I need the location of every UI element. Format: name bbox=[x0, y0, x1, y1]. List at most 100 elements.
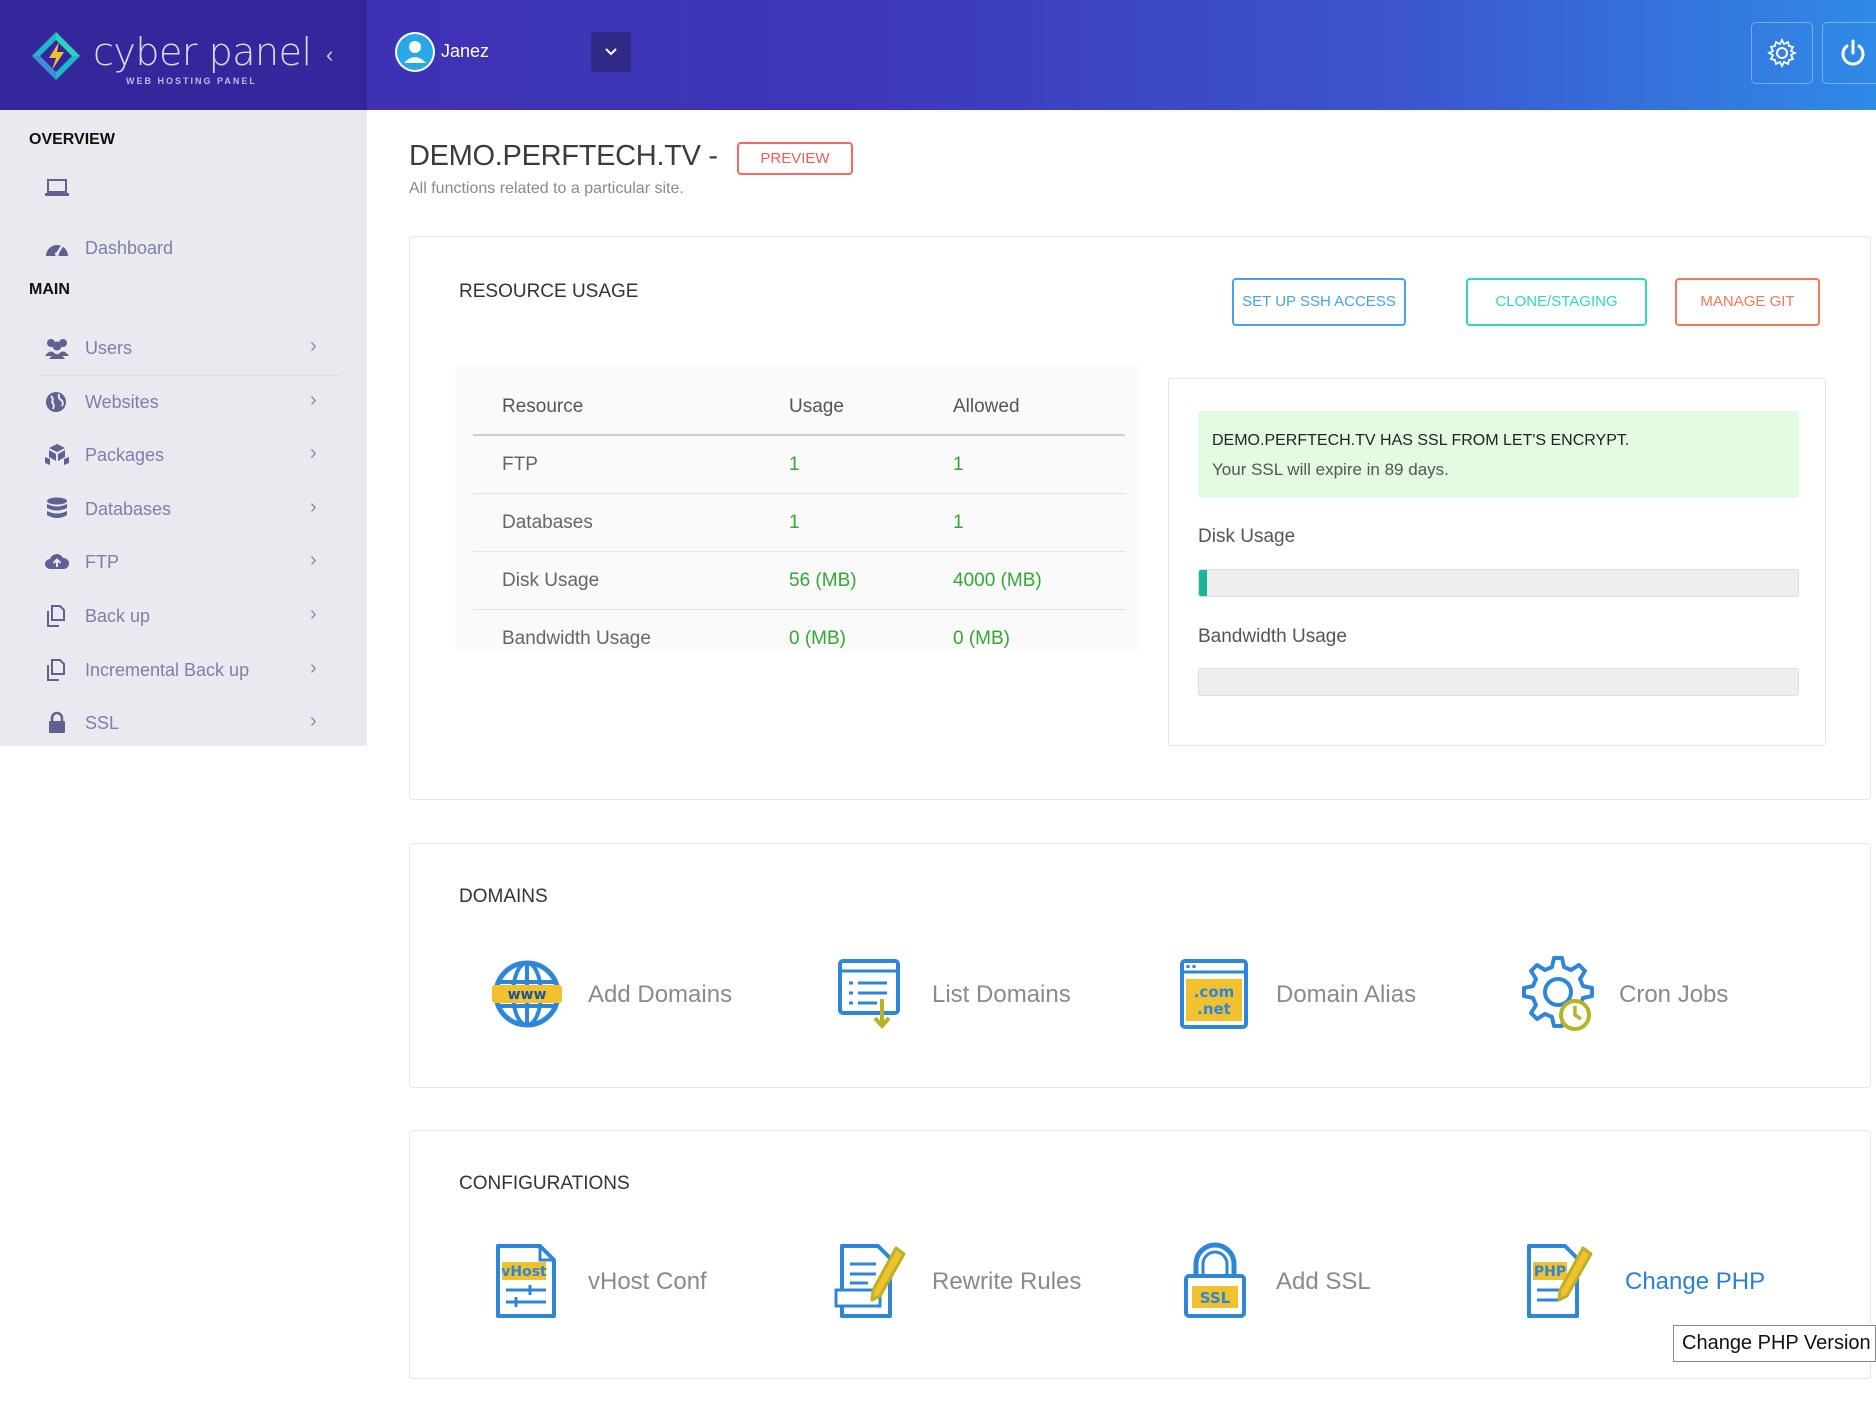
packages-icon bbox=[45, 444, 69, 465]
cyberpanel-logo-icon bbox=[32, 32, 80, 80]
chevron-down-icon bbox=[605, 48, 617, 56]
resource-usage: 1 bbox=[789, 454, 800, 475]
sidebar-item-websites[interactable]: Websites › bbox=[0, 376, 367, 428]
bandwidth-usage-label: Bandwidth Usage bbox=[1198, 626, 1347, 647]
sidebar-item-label: Websites bbox=[85, 392, 159, 412]
table-row: Bandwidth Usage 0 (MB) 0 (MB) bbox=[473, 610, 1125, 668]
resource-allowed: 1 bbox=[953, 454, 964, 475]
sidebar-item-incremental-backup[interactable]: Incremental Back up › bbox=[0, 644, 367, 696]
setup-ssh-access-button[interactable]: SET UP SSH ACCESS bbox=[1232, 278, 1406, 326]
laptop-icon[interactable] bbox=[44, 178, 70, 198]
users-icon bbox=[45, 339, 69, 359]
sidebar-item-label: Dashboard bbox=[85, 238, 174, 258]
tile-label: vHost Conf bbox=[588, 1268, 707, 1295]
change-php-tile[interactable]: PHP Change PHP bbox=[1519, 1242, 1799, 1322]
page-title: DEMO.PERFTECH.TV - bbox=[409, 140, 718, 172]
cloud-upload-icon bbox=[45, 554, 70, 569]
ssl-alert-title: DEMO.PERFTECH.TV HAS SSL FROM LET'S ENCR… bbox=[1212, 432, 1630, 449]
resource-name: FTP bbox=[502, 454, 538, 475]
brand-name: cyber panel bbox=[93, 30, 312, 74]
tile-label: Cron Jobs bbox=[1619, 981, 1729, 1008]
svg-text:www: www bbox=[508, 987, 547, 1003]
sidebar-item-ssl[interactable]: SSL › bbox=[0, 697, 367, 749]
svg-text:.net: .net bbox=[1197, 1000, 1231, 1018]
svg-text:PHP: PHP bbox=[1534, 1264, 1566, 1280]
vhost-conf-tile[interactable]: vHost vHost Conf bbox=[488, 1242, 768, 1322]
resource-allowed: 1 bbox=[953, 512, 964, 533]
table-row: Disk Usage 56 (MB) 4000 (MB) bbox=[473, 552, 1125, 610]
domain-alias-tile[interactable]: .com .net Domain Alias bbox=[1176, 955, 1456, 1035]
www-globe-icon: www bbox=[492, 960, 562, 1028]
brand-tagline: WEB HOSTING PANEL bbox=[126, 76, 257, 86]
copy-icon bbox=[47, 605, 65, 627]
svg-text:SSL: SSL bbox=[1200, 1289, 1231, 1307]
database-icon bbox=[47, 497, 67, 518]
tile-label: Rewrite Rules bbox=[932, 1268, 1082, 1295]
chevron-right-icon: › bbox=[310, 335, 317, 357]
resource-allowed: 0 (MB) bbox=[953, 628, 1010, 649]
sidebar-item-dashboard[interactable]: Dashboard bbox=[0, 222, 367, 274]
user-menu-dropdown-button[interactable] bbox=[591, 32, 631, 72]
svg-text:.com: .com bbox=[1194, 983, 1235, 1001]
globe-icon bbox=[46, 392, 66, 412]
cron-jobs-tile[interactable]: Cron Jobs bbox=[1519, 955, 1799, 1035]
dashboard-gauge-icon bbox=[46, 245, 68, 256]
add-ssl-tile[interactable]: SSL Add SSL bbox=[1176, 1242, 1456, 1322]
user-icon bbox=[397, 34, 433, 70]
preview-button[interactable]: PREVIEW bbox=[737, 142, 853, 175]
rewrite-rules-tile[interactable]: Rewrite Rules bbox=[832, 1242, 1112, 1322]
top-header: cyber panel WEB HOSTING PANEL ‹ Janez bbox=[0, 0, 1876, 110]
chevron-right-icon: › bbox=[310, 496, 317, 518]
tile-label: Change PHP bbox=[1625, 1268, 1766, 1295]
list-domains-icon bbox=[838, 959, 900, 1030]
vhost-file-icon: vHost bbox=[496, 1244, 556, 1318]
logo-area: cyber panel WEB HOSTING PANEL ‹ bbox=[0, 0, 367, 110]
resource-usage-title: RESOURCE USAGE bbox=[459, 281, 639, 302]
column-header: Allowed bbox=[953, 396, 1020, 417]
chevron-right-icon: › bbox=[310, 603, 317, 625]
manage-git-button[interactable]: MANAGE GIT bbox=[1675, 278, 1820, 326]
rewrite-rules-icon bbox=[834, 1244, 906, 1318]
add-domains-tile[interactable]: www Add Domains bbox=[488, 955, 768, 1035]
logout-button[interactable] bbox=[1822, 22, 1876, 84]
resource-name: Databases bbox=[502, 512, 593, 533]
list-domains-tile[interactable]: List Domains bbox=[832, 955, 1112, 1035]
resource-usage: 56 (MB) bbox=[789, 570, 857, 591]
resource-usage: 1 bbox=[789, 512, 800, 533]
disk-usage-progress-bar bbox=[1198, 569, 1799, 597]
power-icon bbox=[1841, 39, 1865, 66]
chevron-right-icon: › bbox=[310, 549, 317, 571]
sidebar-item-ftp[interactable]: FTP › bbox=[0, 536, 367, 588]
sidebar-item-label: Databases bbox=[85, 499, 172, 519]
sidebar-item-label: SSL bbox=[85, 713, 120, 733]
sidebar-item-packages[interactable]: Packages › bbox=[0, 429, 367, 481]
clone-staging-button[interactable]: CLONE/STAGING bbox=[1466, 278, 1647, 326]
tile-label: Add SSL bbox=[1276, 1268, 1371, 1295]
resource-usage: 0 (MB) bbox=[789, 628, 846, 649]
column-header: Usage bbox=[789, 396, 844, 417]
chevron-right-icon: › bbox=[310, 389, 317, 411]
sidebar-item-users[interactable]: Users › bbox=[0, 322, 367, 374]
chevron-right-icon: › bbox=[310, 657, 317, 679]
sidebar-heading-overview: OVERVIEW bbox=[29, 131, 115, 148]
disk-usage-progress-fill bbox=[1199, 570, 1208, 596]
resource-table: Resource Usage Allowed FTP 1 1 Databases… bbox=[455, 366, 1140, 650]
bandwidth-usage-progress-bar bbox=[1198, 668, 1799, 696]
chevron-right-icon: › bbox=[310, 710, 317, 732]
tile-label: Domain Alias bbox=[1276, 981, 1417, 1008]
settings-button[interactable] bbox=[1751, 22, 1813, 84]
lock-icon bbox=[49, 711, 65, 733]
sidebar-collapse-button[interactable]: ‹ bbox=[326, 42, 333, 68]
configurations-title: CONFIGURATIONS bbox=[459, 1173, 630, 1194]
copy-icon bbox=[47, 659, 65, 681]
cron-gear-icon bbox=[1522, 956, 1594, 1031]
sidebar-item-backup[interactable]: Back up › bbox=[0, 590, 367, 642]
sidebar-item-databases[interactable]: Databases › bbox=[0, 483, 367, 535]
tile-label: Add Domains bbox=[588, 981, 733, 1008]
user-name: Janez bbox=[441, 41, 490, 61]
user-avatar[interactable] bbox=[395, 32, 435, 72]
page-subtitle: All functions related to a particular si… bbox=[409, 180, 684, 197]
sidebar-item-label: Back up bbox=[85, 606, 151, 626]
sidebar-heading-main: MAIN bbox=[29, 281, 70, 298]
domains-title: DOMAINS bbox=[459, 886, 548, 907]
